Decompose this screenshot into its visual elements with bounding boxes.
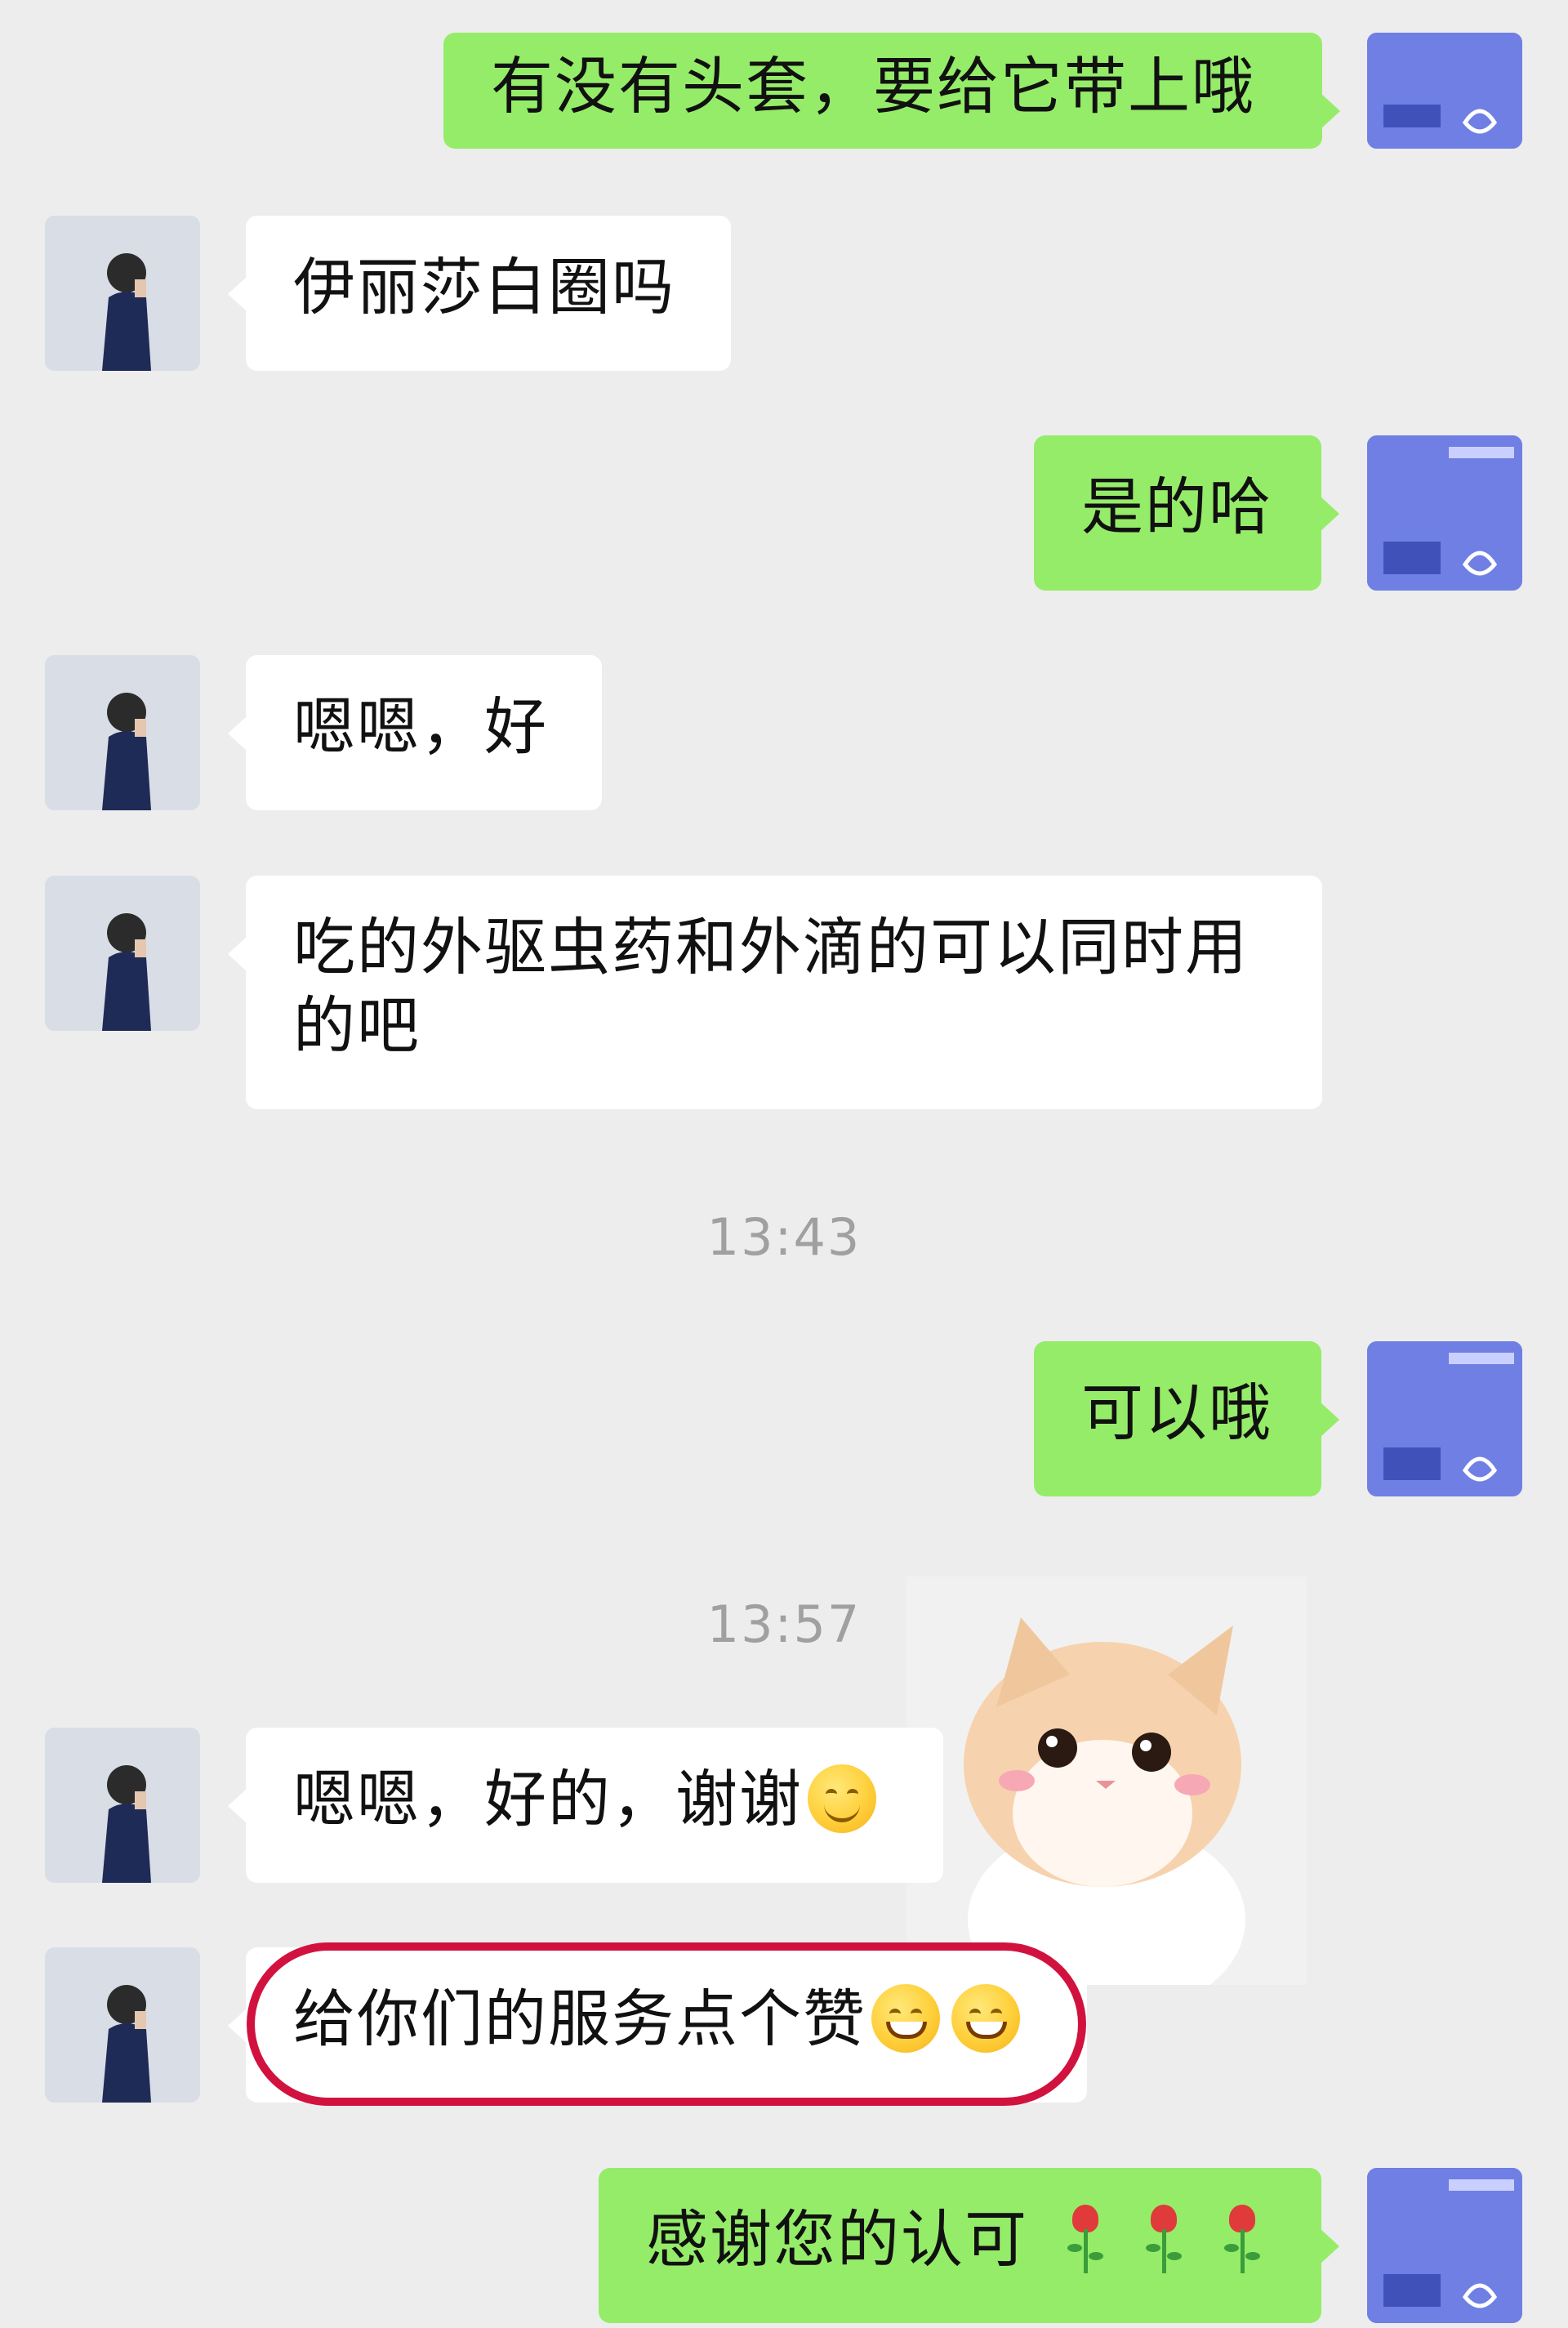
message-bubble[interactable]: 可以哦: [1034, 1341, 1339, 1496]
shop-avatar[interactable]: [1367, 2168, 1522, 2323]
person-icon: [45, 216, 200, 371]
smiling-face-icon: [808, 1764, 876, 1833]
person-icon: [45, 1728, 200, 1883]
message-text-line: 吃的外驱虫药和外滴的可以同时用: [293, 911, 1249, 983]
message-text: 是的哈: [1081, 471, 1272, 543]
hospital-logo-icon: [1367, 33, 1522, 149]
message-bubble[interactable]: 感谢您的认可: [599, 2168, 1339, 2323]
message-text: 伊丽莎白圈吗: [293, 251, 675, 323]
highlight-circle: [247, 1942, 1086, 2106]
message-bubble[interactable]: 嗯嗯，好的，谢谢: [228, 1728, 943, 1883]
rose-icon: [1064, 2205, 1107, 2273]
user-avatar[interactable]: [45, 655, 200, 810]
shop-avatar[interactable]: [1367, 33, 1522, 149]
message-bubble[interactable]: 吃的外驱虫药和外滴的可以同时用 的吧: [228, 876, 1322, 1109]
message-bubble[interactable]: 有没有头套，要给它带上哦: [443, 33, 1340, 149]
hospital-logo-icon: [1367, 435, 1522, 591]
hospital-logo-icon: [1367, 1341, 1522, 1496]
message-text: 可以哦: [1081, 1376, 1272, 1449]
user-avatar[interactable]: [45, 1947, 200, 2103]
user-avatar[interactable]: [45, 216, 200, 371]
cat-sticker[interactable]: [906, 1577, 1307, 2018]
message-bubble[interactable]: 是的哈: [1034, 435, 1339, 591]
message-text: 嗯嗯，好的，谢谢: [293, 1763, 803, 1835]
shop-avatar[interactable]: [1367, 435, 1522, 591]
timestamp: 13:57: [706, 1594, 862, 1654]
message-bubble[interactable]: 嗯嗯，好: [228, 655, 602, 810]
user-avatar[interactable]: [45, 1728, 200, 1883]
hospital-logo-icon: [1367, 2168, 1522, 2323]
shop-avatar[interactable]: [1367, 1341, 1522, 1496]
rose-icon: [1221, 2205, 1263, 2273]
person-icon: [45, 1947, 200, 2103]
user-avatar[interactable]: [45, 876, 200, 1031]
rose-icon: [1143, 2205, 1185, 2273]
message-text: 有没有头套，要给它带上哦: [491, 50, 1255, 123]
cat-icon: [906, 1577, 1307, 2018]
message-bubble[interactable]: 伊丽莎白圈吗: [228, 216, 731, 371]
message-text: 感谢您的认可: [646, 2203, 1028, 2276]
person-icon: [45, 876, 200, 1031]
timestamp: 13:43: [706, 1207, 862, 1267]
person-icon: [45, 655, 200, 810]
message-text-line: 的吧: [293, 989, 421, 1062]
message-text: 嗯嗯，好: [293, 690, 548, 763]
